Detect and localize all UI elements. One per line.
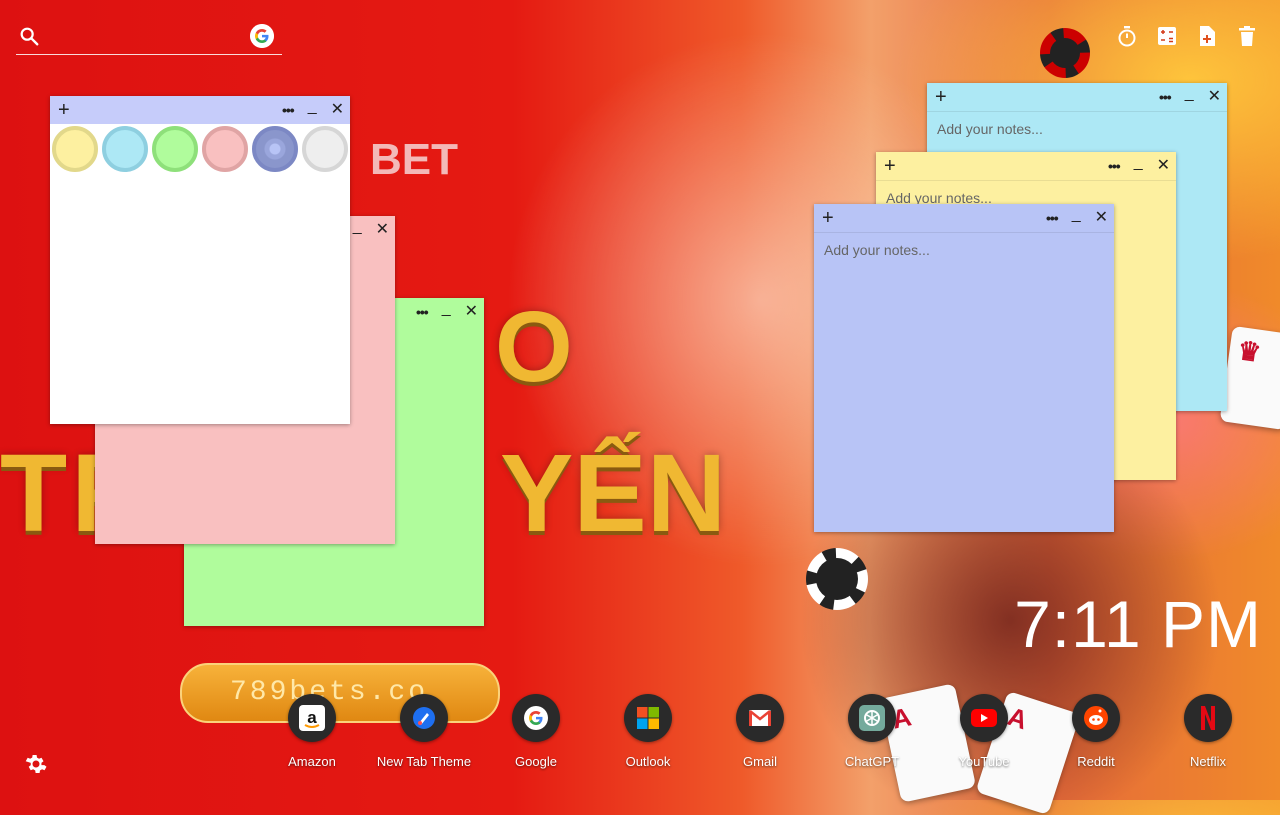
shortcut-outlook[interactable]: Outlook (592, 694, 704, 769)
sticky-note-lavender[interactable]: + ••• _ ✕ Add your notes... (814, 204, 1114, 532)
gmail-icon (736, 694, 784, 742)
color-swatch-white[interactable] (302, 126, 348, 172)
more-options-button[interactable]: ••• (416, 304, 429, 320)
add-note-button[interactable]: + (935, 85, 947, 109)
shortcut-amazon[interactable]: a Amazon (256, 694, 368, 769)
note-titlebar[interactable]: + ••• _ ✕ (927, 83, 1227, 112)
background-brand-text: BET (370, 135, 458, 184)
color-swatch-green[interactable] (152, 126, 198, 172)
minimize-button[interactable]: _ (1072, 207, 1081, 223)
shortcut-new-tab-theme[interactable]: New Tab Theme (368, 694, 480, 769)
background-card: ♛ (1219, 325, 1280, 431)
close-button[interactable]: ✕ (1157, 158, 1170, 174)
more-options-button[interactable]: ••• (1108, 158, 1121, 174)
clock-display: 7:11 PM (1014, 587, 1262, 661)
more-options-button[interactable]: ••• (1159, 89, 1172, 105)
minimize-button[interactable]: _ (1185, 86, 1194, 102)
color-swatch-yellow[interactable] (52, 126, 98, 172)
shortcut-youtube[interactable]: YouTube (928, 694, 1040, 769)
outlook-icon (624, 694, 672, 742)
background-letter: O (495, 291, 573, 403)
close-button[interactable]: ✕ (331, 102, 344, 118)
shortcut-label: Outlook (625, 754, 671, 769)
note-titlebar[interactable]: + ••• _ ✕ (876, 152, 1176, 181)
shortcut-netflix[interactable]: Netflix (1152, 694, 1264, 769)
trash-icon[interactable] (1236, 24, 1258, 48)
google-icon (512, 694, 560, 742)
more-options-button[interactable]: ••• (282, 102, 295, 118)
shortcut-gmail[interactable]: Gmail (704, 694, 816, 769)
shortcut-label: Google (515, 754, 557, 769)
shortcut-label: YouTube (958, 754, 1010, 769)
youtube-icon (960, 694, 1008, 742)
color-swatch-pink[interactable] (202, 126, 248, 172)
close-button[interactable]: ✕ (465, 304, 478, 320)
svg-text:a: a (307, 708, 317, 727)
color-swatch-blue[interactable] (102, 126, 148, 172)
search-input[interactable] (50, 24, 254, 50)
settings-button[interactable] (24, 752, 48, 776)
color-swatch-picker (52, 126, 348, 172)
shortcut-label: New Tab Theme (376, 754, 472, 769)
shortcut-label: Netflix (1189, 754, 1227, 769)
add-note-button[interactable]: + (58, 98, 70, 122)
shortcut-label: Amazon (288, 754, 336, 769)
note-titlebar[interactable]: + ••• _ ✕ (814, 204, 1114, 233)
search-icon[interactable] (18, 25, 40, 47)
add-note-button[interactable]: + (884, 154, 896, 178)
shortcut-reddit[interactable]: Reddit (1040, 694, 1152, 769)
minimize-button[interactable]: _ (1134, 155, 1143, 171)
background-word: YẾN (500, 432, 727, 555)
more-options-button[interactable]: ••• (1046, 210, 1059, 226)
close-button[interactable]: ✕ (376, 222, 389, 238)
color-swatch-lavender[interactable] (252, 126, 298, 172)
amazon-icon: a (288, 694, 336, 742)
minimize-button[interactable]: _ (353, 219, 362, 235)
new-tab-theme-icon (400, 694, 448, 742)
google-icon[interactable] (250, 24, 274, 48)
reddit-icon (1072, 694, 1120, 742)
background-chip (806, 548, 868, 610)
chatgpt-icon (848, 694, 896, 742)
top-toolbar (1116, 24, 1258, 48)
calculator-icon[interactable] (1156, 24, 1178, 48)
shortcut-google[interactable]: Google (480, 694, 592, 769)
shortcut-bar: a Amazon New Tab Theme Google Outlook Gm… (256, 694, 1264, 769)
note-titlebar[interactable]: + ••• _ ✕ (50, 96, 350, 124)
close-button[interactable]: ✕ (1208, 89, 1221, 105)
note-text-area[interactable]: Add your notes... (814, 232, 1114, 532)
minimize-button[interactable]: _ (308, 99, 317, 115)
add-note-button[interactable]: + (822, 206, 834, 230)
shortcut-chatgpt[interactable]: ChatGPT (816, 694, 928, 769)
gear-icon (25, 755, 47, 773)
close-button[interactable]: ✕ (1095, 210, 1108, 226)
netflix-icon (1184, 694, 1232, 742)
add-note-icon[interactable] (1196, 24, 1218, 48)
shortcut-label: ChatGPT (844, 754, 900, 769)
shortcut-label: Gmail (743, 754, 777, 769)
shortcut-label: Reddit (1077, 754, 1115, 769)
minimize-button[interactable]: _ (442, 301, 451, 317)
search-bar (16, 20, 282, 55)
sticky-note-white[interactable]: + ••• _ ✕ (50, 96, 350, 424)
timer-icon[interactable] (1116, 24, 1138, 48)
background-chip (1040, 28, 1090, 78)
